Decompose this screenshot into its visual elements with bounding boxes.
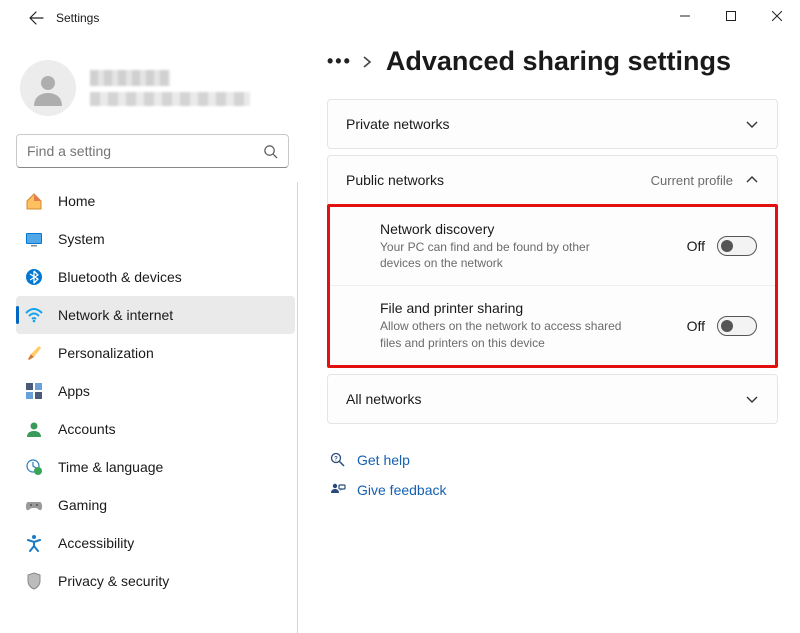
all-networks-section[interactable]: All networks <box>327 374 778 424</box>
network-discovery-toggle[interactable] <box>717 236 757 256</box>
main-content: ••• Advanced sharing settings Private ne… <box>305 36 800 633</box>
private-networks-section[interactable]: Private networks <box>327 99 778 149</box>
setting-description: Allow others on the network to access sh… <box>380 318 630 350</box>
sidebar-item-label: Accessibility <box>58 535 134 551</box>
gamepad-icon <box>24 495 44 515</box>
arrow-left-icon <box>28 10 44 26</box>
profile-text <box>90 70 250 106</box>
chevron-up-icon <box>745 173 759 187</box>
paintbrush-icon <box>24 343 44 363</box>
toggle-knob <box>721 320 733 332</box>
chevron-down-icon <box>745 392 759 406</box>
file-printer-sharing-toggle[interactable] <box>717 316 757 336</box>
highlight-box: Network discovery Your PC can find and b… <box>327 204 778 368</box>
person-icon <box>30 70 66 106</box>
sidebar-item-label: Apps <box>58 383 90 399</box>
titlebar: Settings <box>0 0 800 36</box>
sidebar-item-label: Personalization <box>58 345 154 361</box>
profile-block[interactable] <box>0 44 305 130</box>
sidebar-item-personalization[interactable]: Personalization <box>16 334 295 372</box>
search-input[interactable] <box>27 143 263 159</box>
search-box[interactable] <box>16 134 289 168</box>
feedback-link[interactable]: Give feedback <box>327 482 778 498</box>
sidebar-item-system[interactable]: System <box>16 220 295 258</box>
link-label: Give feedback <box>357 482 447 498</box>
system-icon <box>24 229 44 249</box>
network-discovery-row: Network discovery Your PC can find and b… <box>330 207 775 285</box>
feedback-icon <box>327 482 349 498</box>
sidebar-item-label: Network & internet <box>58 307 173 323</box>
maximize-button[interactable] <box>708 0 754 32</box>
sidebar-item-label: Accounts <box>58 421 116 437</box>
close-icon <box>772 11 782 21</box>
public-networks-header[interactable]: Public networks Current profile <box>327 155 778 204</box>
clock-globe-icon <box>24 457 44 477</box>
section-title: Public networks <box>346 172 651 188</box>
toggle-knob <box>721 240 733 252</box>
toggle-state-label: Off <box>687 318 705 334</box>
accounts-icon <box>24 419 44 439</box>
sidebar-item-label: Privacy & security <box>58 573 169 589</box>
sidebar-nav: Home System Bluetooth & devices <box>0 182 305 600</box>
chevron-right-icon <box>362 56 372 68</box>
sidebar-item-label: Home <box>58 193 95 209</box>
section-title: Private networks <box>346 116 745 132</box>
sidebar-item-accessibility[interactable]: Accessibility <box>16 524 295 562</box>
setting-title: Network discovery <box>380 221 675 237</box>
help-icon: ? <box>327 452 349 468</box>
sidebar-item-gaming[interactable]: Gaming <box>16 486 295 524</box>
svg-text:?: ? <box>334 456 338 462</box>
page-title: Advanced sharing settings <box>386 46 731 77</box>
sidebar-item-label: Gaming <box>58 497 107 513</box>
sidebar-divider <box>297 182 298 633</box>
breadcrumb: ••• Advanced sharing settings <box>327 46 778 77</box>
file-printer-sharing-row: File and printer sharing Allow others on… <box>330 285 775 364</box>
sidebar-item-time-language[interactable]: Time & language <box>16 448 295 486</box>
avatar <box>20 60 76 116</box>
minimize-icon <box>680 11 690 21</box>
sidebar-item-label: System <box>58 231 105 247</box>
sidebar-item-apps[interactable]: Apps <box>16 372 295 410</box>
chevron-down-icon <box>745 117 759 131</box>
setting-title: File and printer sharing <box>380 300 675 316</box>
home-icon <box>24 191 44 211</box>
window-controls <box>662 0 800 32</box>
bluetooth-icon <box>24 267 44 287</box>
maximize-icon <box>726 11 736 21</box>
sidebar: Home System Bluetooth & devices <box>0 36 305 633</box>
link-label: Get help <box>357 452 410 468</box>
back-button[interactable] <box>20 2 52 34</box>
close-button[interactable] <box>754 0 800 32</box>
breadcrumb-overflow[interactable]: ••• <box>327 51 352 72</box>
apps-icon <box>24 381 44 401</box>
profile-name-redacted <box>90 70 170 86</box>
sidebar-item-label: Time & language <box>58 459 163 475</box>
sidebar-item-accounts[interactable]: Accounts <box>16 410 295 448</box>
sidebar-item-label: Bluetooth & devices <box>58 269 182 285</box>
get-help-link[interactable]: ? Get help <box>327 452 778 468</box>
shield-icon <box>24 571 44 591</box>
section-title: All networks <box>346 391 745 407</box>
wifi-icon <box>24 305 44 325</box>
window-title: Settings <box>56 11 99 25</box>
sidebar-item-privacy[interactable]: Privacy & security <box>16 562 295 600</box>
help-links: ? Get help Give feedback <box>327 452 778 498</box>
sidebar-item-network[interactable]: Network & internet <box>16 296 295 334</box>
profile-email-redacted <box>90 92 250 106</box>
sidebar-item-home[interactable]: Home <box>16 182 295 220</box>
accessibility-icon <box>24 533 44 553</box>
setting-description: Your PC can find and be found by other d… <box>380 239 630 271</box>
minimize-button[interactable] <box>662 0 708 32</box>
search-icon <box>263 144 278 159</box>
current-profile-badge: Current profile <box>651 173 733 188</box>
toggle-state-label: Off <box>687 238 705 254</box>
sidebar-item-bluetooth[interactable]: Bluetooth & devices <box>16 258 295 296</box>
